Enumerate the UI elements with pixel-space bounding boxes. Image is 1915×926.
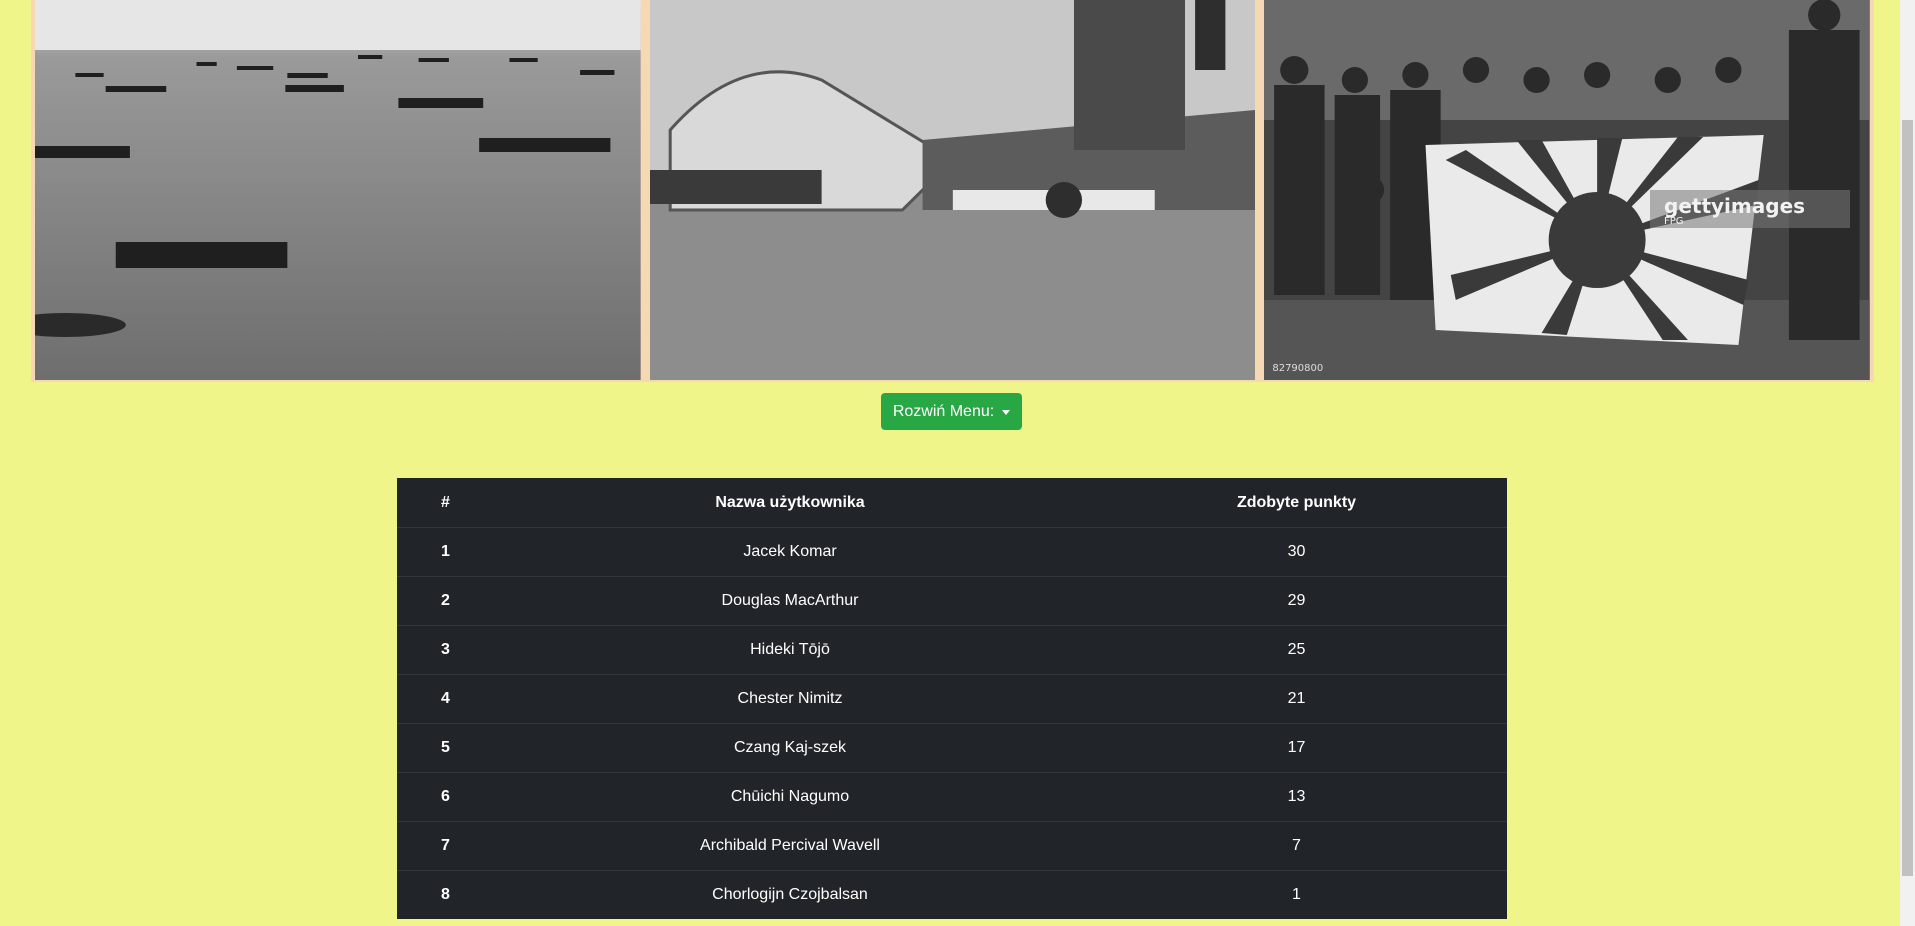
row-points: 13 [1086,772,1507,822]
table-row: 8 Chorlogijn Czojbalsan 1 [397,870,1507,919]
row-rank: 7 [397,821,494,871]
row-username: Douglas MacArthur [494,576,1086,626]
table-row: 3 Hideki Tōjō 25 [397,625,1507,675]
row-rank: 3 [397,625,494,675]
capsized-ship-photo [649,0,1256,380]
row-username: Czang Kaj-szek [494,723,1086,773]
table-row: 1 Jacek Komar 30 [397,527,1507,577]
row-points: 1 [1086,870,1507,919]
table-row: 2 Douglas MacArthur 29 [397,576,1507,626]
row-rank: 8 [397,870,494,919]
row-points: 7 [1086,821,1507,871]
table-row: 6 Chūichi Nagumo 13 [397,772,1507,822]
expand-menu-label: Rozwiń Menu: [892,402,995,420]
fleet-photo [35,0,641,380]
row-username: Chorlogijn Czojbalsan [494,870,1086,919]
header-points: Zdobyte punkty [1236,493,1357,511]
getty-watermark: gettyimages FPG [1650,190,1851,228]
caret-down-icon [1002,409,1011,415]
row-rank: 1 [397,527,494,577]
image-gallery: gettyimages FPG 82790800 [31,0,1874,382]
row-points: 21 [1086,674,1507,724]
header-rank: # [441,493,450,511]
image-id: 82790800 [1272,363,1324,374]
row-rank: 5 [397,723,494,773]
table-header-row: # Nazwa użytkownika Zdobyte punkty [397,478,1507,528]
row-rank: 4 [397,674,494,724]
row-username: Hideki Tōjō [494,625,1086,675]
watermark-brand: gettyimages [1664,194,1806,218]
table-row: 5 Czang Kaj-szek 17 [397,723,1507,773]
header-username: Nazwa użytkownika [715,493,865,511]
row-points: 30 [1086,527,1507,577]
row-rank: 2 [397,576,494,626]
row-username: Jacek Komar [494,527,1086,577]
row-points: 29 [1086,576,1507,626]
row-username: Chūichi Nagumo [494,772,1086,822]
vertical-scrollbar[interactable] [1900,0,1915,926]
row-points: 25 [1086,625,1507,675]
scrollbar-thumb[interactable] [1902,120,1913,876]
table-row: 7 Archibald Percival Wavell 7 [397,821,1507,871]
soldiers-flag-photo: gettyimages FPG 82790800 [1264,0,1871,380]
table-row: 4 Chester Nimitz 21 [397,674,1507,724]
row-username: Archibald Percival Wavell [494,821,1086,871]
expand-menu-button[interactable]: Rozwiń Menu: [881,393,1022,430]
leaderboard-table: # Nazwa użytkownika Zdobyte punkty 1 Jac… [397,478,1507,919]
row-points: 17 [1086,723,1507,773]
row-username: Chester Nimitz [494,674,1086,724]
row-rank: 6 [397,772,494,822]
